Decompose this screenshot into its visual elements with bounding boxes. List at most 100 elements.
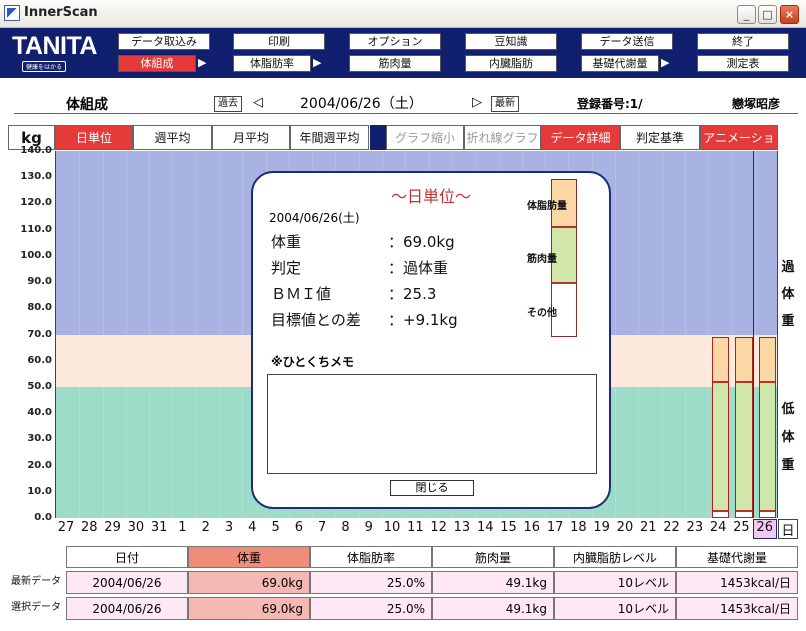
tab-criteria[interactable]: 判定基準 — [620, 125, 700, 150]
x-tick-day-28[interactable]: 28 — [77, 520, 101, 535]
tab-data-detail[interactable]: データ詳細 — [541, 125, 620, 150]
toolbar-bmr-arrow-icon[interactable]: ▶ — [661, 56, 669, 69]
x-tick-day-17[interactable]: 17 — [543, 520, 567, 535]
table-row-label: 最新データ — [11, 576, 61, 587]
tanita-logo: TANITA 健康をはかる — [8, 32, 104, 72]
x-tick-day-3[interactable]: 3 — [217, 520, 241, 535]
tab-line-graph[interactable]: 折れ線グラフ — [464, 125, 541, 150]
x-tick-day-9[interactable]: 9 — [357, 520, 381, 535]
table-cell: 1453kcal/日 — [676, 571, 798, 594]
x-tick-day-12[interactable]: 12 — [427, 520, 451, 535]
x-tick-day-20[interactable]: 20 — [613, 520, 637, 535]
bar-day-24[interactable] — [712, 337, 730, 518]
dialog-row-label: 判定 — [271, 259, 302, 277]
table-cell: 69.0kg — [188, 571, 310, 594]
table-cell: 2004/06/26 — [66, 571, 188, 594]
chart-gridline — [149, 151, 151, 518]
x-tick-day-26[interactable]: 26 — [752, 519, 777, 539]
toolbar-muscle-button[interactable]: 筋肉量 — [349, 55, 441, 72]
chart-gridline — [172, 151, 174, 518]
x-tick-day-19[interactable]: 19 — [590, 520, 614, 535]
tab-yearly-weekly-avg[interactable]: 年間週平均 — [290, 125, 369, 150]
table-cell: 10レベル — [554, 597, 676, 620]
x-tick-day-18[interactable]: 18 — [566, 520, 590, 535]
toolbar-body-composition-arrow-icon[interactable]: ▶ — [198, 56, 206, 69]
x-tick-day-16[interactable]: 16 — [520, 520, 544, 535]
maximize-button[interactable]: □ — [758, 5, 777, 24]
x-tick-day-14[interactable]: 14 — [473, 520, 497, 535]
table-cell: 49.1kg — [432, 571, 554, 594]
memo-textarea[interactable] — [267, 374, 597, 474]
x-tick-day-2[interactable]: 2 — [194, 520, 218, 535]
x-tick-day-15[interactable]: 15 — [497, 520, 521, 535]
toolbar-import-button[interactable]: データ取込み — [118, 33, 210, 50]
latest-button[interactable]: 最新 — [491, 96, 519, 112]
close-button[interactable]: × — [780, 5, 799, 24]
x-tick-day-5[interactable]: 5 — [264, 520, 288, 535]
toolbar-body-fat-button[interactable]: 体脂肪率 — [233, 55, 311, 72]
prev-button[interactable]: 過去 — [214, 96, 242, 112]
tab-monthly-avg[interactable]: 月平均 — [212, 125, 290, 150]
toolbar-body-fat-arrow-icon[interactable]: ▶ — [313, 56, 321, 69]
tab-daily[interactable]: 日単位 — [55, 125, 133, 150]
toolbar-print-button[interactable]: 印刷 — [233, 33, 325, 50]
table-cell: 2004/06/26 — [66, 597, 188, 620]
toolbar-trivia-button[interactable]: 豆知識 — [465, 33, 557, 50]
y-tick-label: 70.0 — [27, 328, 52, 340]
toolbar-bmr-button[interactable]: 基礎代謝量 — [581, 55, 659, 72]
x-tick-day-29[interactable]: 29 — [101, 520, 125, 535]
tab-weekly-avg[interactable]: 週平均 — [133, 125, 212, 150]
section-title: 体組成 — [66, 97, 108, 113]
x-tick-day-10[interactable]: 10 — [380, 520, 404, 535]
right-arrow-icon[interactable]: ▷ — [472, 95, 482, 110]
x-tick-day-11[interactable]: 11 — [403, 520, 427, 535]
toolbar-options-button[interactable]: オプション — [349, 33, 441, 50]
tab-shrink-graph[interactable]: グラフ縮小 — [386, 125, 464, 150]
tab-spacer — [370, 125, 386, 150]
left-arrow-icon[interactable]: ◁ — [253, 95, 263, 110]
x-tick-day-31[interactable]: 31 — [147, 520, 171, 535]
bar-fat-segment — [713, 338, 729, 384]
window-title: InnerScan — [24, 5, 98, 20]
chart-gridline — [614, 151, 616, 518]
x-tick-day-6[interactable]: 6 — [287, 520, 311, 535]
tab-animation[interactable]: アニメーション — [700, 125, 778, 169]
table-cell: 25.0% — [310, 571, 432, 594]
app-icon — [4, 5, 20, 21]
toolbar-visceral-fat-button[interactable]: 内臓脂肪 — [465, 55, 557, 72]
bar-other-segment — [736, 509, 752, 517]
chart-gridline — [661, 151, 663, 518]
dialog-date: 2004/06/26(土) — [269, 211, 360, 225]
bar-day-25[interactable] — [735, 337, 753, 518]
toolbar-report-button[interactable]: 測定表 — [697, 55, 789, 72]
x-tick-day-8[interactable]: 8 — [333, 520, 357, 535]
x-tick-day-1[interactable]: 1 — [170, 520, 194, 535]
x-tick-day-23[interactable]: 23 — [683, 520, 707, 535]
dialog-close-button[interactable]: 閉じる — [390, 480, 474, 496]
toolbar-body-composition-button[interactable]: 体組成 — [118, 55, 196, 72]
table-cell: 1453kcal/日 — [676, 597, 798, 620]
y-tick-label: 40.0 — [27, 407, 52, 419]
selected-day-marker — [752, 151, 754, 518]
legend-muscle-label: 筋肉量 — [527, 254, 557, 265]
x-tick-day-27[interactable]: 27 — [54, 520, 78, 535]
x-tick-day-24[interactable]: 24 — [706, 520, 730, 535]
x-tick-day-13[interactable]: 13 — [450, 520, 474, 535]
side-label-under: 重 — [781, 458, 795, 473]
x-tick-day-21[interactable]: 21 — [636, 520, 660, 535]
minimize-button[interactable]: _ — [737, 5, 756, 24]
x-unit-label: 日 — [778, 519, 798, 539]
bar-fat-segment — [759, 338, 775, 384]
table-cell: 49.1kg — [432, 597, 554, 620]
x-tick-day-22[interactable]: 22 — [660, 520, 684, 535]
toolbar-send-button[interactable]: データ送信 — [581, 33, 673, 50]
x-tick-day-25[interactable]: 25 — [729, 520, 753, 535]
x-tick-day-30[interactable]: 30 — [124, 520, 148, 535]
toolbar-exit-button[interactable]: 終了 — [697, 33, 789, 50]
y-tick-label: 60.0 — [27, 354, 52, 366]
x-tick-day-7[interactable]: 7 — [310, 520, 334, 535]
bar-day-26[interactable] — [758, 337, 776, 518]
x-tick-day-4[interactable]: 4 — [240, 520, 264, 535]
chart-gridline — [684, 151, 686, 518]
y-tick-label: 80.0 — [27, 302, 52, 314]
